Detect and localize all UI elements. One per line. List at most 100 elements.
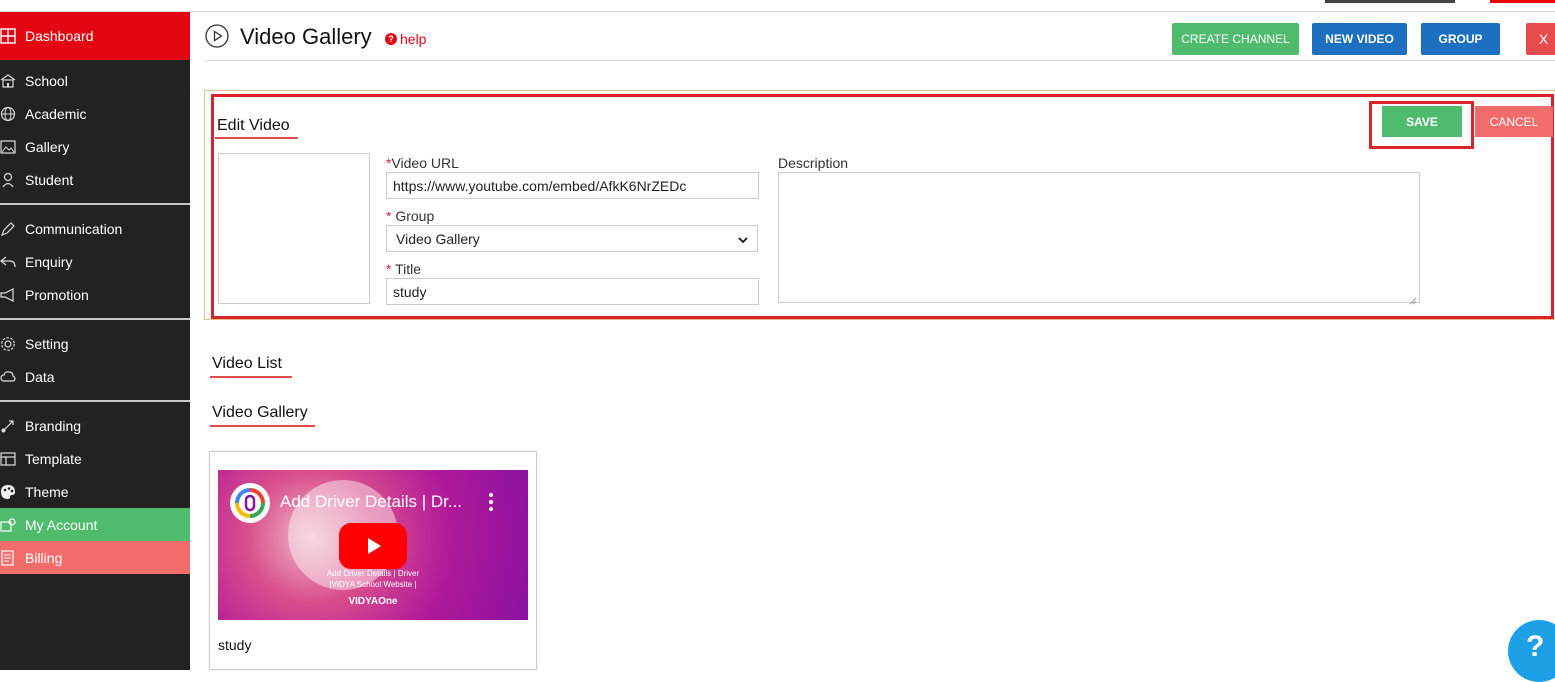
chevron-down-icon — [738, 231, 748, 247]
youtube-play-button[interactable] — [339, 523, 407, 569]
description-label: Description — [778, 155, 849, 171]
video-embed-title[interactable]: Add Driver Details | Dr... — [280, 492, 462, 512]
video-thumbnail-preview — [218, 153, 370, 304]
palette-icon — [0, 484, 25, 500]
sidebar-item-label: Data — [25, 368, 55, 385]
layout-icon — [0, 451, 25, 467]
megaphone-icon — [0, 287, 25, 303]
save-button[interactable]: SAVE — [1382, 106, 1462, 137]
sidebar-divider — [0, 203, 190, 205]
sidebar: Dashboard School Academic Gallery Studen… — [0, 12, 190, 670]
video-url-label-text: Video URL — [391, 155, 459, 171]
account-icon — [0, 517, 25, 533]
sidebar-item-school[interactable]: School — [0, 64, 190, 97]
student-icon — [0, 172, 25, 188]
brush-icon — [0, 418, 25, 434]
sidebar-item-gallery[interactable]: Gallery — [0, 130, 190, 163]
description-textarea[interactable] — [778, 172, 1420, 305]
video-card[interactable]: Add Driver Details | Dr... Add Driver De… — [209, 451, 537, 670]
title-label-text: Title — [395, 261, 422, 277]
video-url-label: *Video URL — [386, 155, 459, 171]
sidebar-item-billing[interactable]: Billing — [0, 541, 190, 574]
title-underline — [215, 137, 298, 139]
sidebar-item-label: Enquiry — [25, 253, 73, 270]
sidebar-divider — [0, 318, 190, 320]
group-select-value: Video Gallery — [396, 230, 480, 247]
video-gallery-section-title: Video Gallery — [212, 404, 308, 421]
grid-icon — [0, 28, 25, 44]
sidebar-item-template[interactable]: Template — [0, 442, 190, 475]
sidebar-item-label: My Account — [25, 516, 98, 533]
sidebar-item-dashboard[interactable]: Dashboard — [0, 12, 190, 60]
required-mark: * — [386, 261, 392, 277]
sidebar-item-label: Promotion — [25, 286, 89, 303]
video-brand-text: VIDYAOne — [348, 596, 398, 607]
required-mark: * — [386, 208, 392, 224]
title-label: * Title — [386, 261, 421, 277]
page-title: Video Gallery — [240, 24, 372, 49]
sidebar-item-label: Theme — [25, 483, 69, 500]
sidebar-item-academic[interactable]: Academic — [0, 97, 190, 130]
group-select[interactable]: Video Gallery — [386, 225, 758, 252]
question-circle-icon: ? — [385, 33, 397, 45]
sidebar-item-label: Academic — [25, 105, 87, 122]
sidebar-item-my-account[interactable]: My Account — [0, 508, 190, 541]
video-caption-line-2: |VIDYA School Website | — [329, 580, 417, 589]
top-strip-dark-tab — [1325, 0, 1455, 3]
sidebar-item-data[interactable]: Data — [0, 360, 190, 393]
video-embed-player[interactable]: Add Driver Details | Dr... Add Driver De… — [218, 470, 528, 620]
video-list-title: Video List — [212, 355, 282, 372]
create-channel-button[interactable]: CREATE CHANNEL — [1172, 23, 1299, 55]
sidebar-item-label: School — [25, 72, 68, 89]
school-icon — [0, 73, 25, 89]
sidebar-item-label: Gallery — [25, 138, 70, 155]
video-list-underline — [210, 376, 292, 378]
sidebar-item-communication[interactable]: Communication — [0, 212, 190, 245]
main-content: Video Gallery ? help CREATE CHANNEL NEW … — [190, 12, 1555, 682]
browser-top-strip — [0, 0, 1555, 12]
sidebar-item-label: Template — [25, 450, 82, 467]
sidebar-item-label: Communication — [25, 220, 123, 237]
group-label: * Group — [386, 208, 434, 224]
more-options-icon[interactable] — [488, 492, 494, 512]
video-url-input[interactable]: https://www.youtube.com/embed/AfkK6NrZED… — [386, 172, 759, 199]
image-icon — [0, 139, 25, 155]
sidebar-item-setting[interactable]: Setting — [0, 327, 190, 360]
cloud-icon — [0, 369, 25, 385]
play-circle-icon — [205, 24, 229, 48]
video-gallery-underline — [210, 425, 315, 427]
resize-handle-icon[interactable] — [1409, 292, 1417, 305]
globe-icon — [0, 106, 25, 122]
pen-icon — [0, 221, 25, 237]
video-caption-line-1: Add Driver Details | Driver — [326, 569, 420, 578]
reply-icon — [0, 254, 25, 270]
sidebar-item-enquiry[interactable]: Enquiry — [0, 245, 190, 278]
sidebar-item-label: Student — [25, 171, 74, 188]
video-card-title: study — [218, 637, 252, 653]
sidebar-item-label: Setting — [25, 335, 69, 352]
sidebar-item-theme[interactable]: Theme — [0, 475, 190, 508]
sidebar-item-student[interactable]: Student — [0, 163, 190, 196]
play-icon — [368, 538, 381, 554]
sidebar-item-label: Branding — [25, 417, 82, 434]
top-strip-red-tab — [1490, 0, 1555, 3]
help-label: help — [400, 31, 427, 47]
channel-logo-icon[interactable] — [230, 483, 270, 523]
group-button[interactable]: GROUP — [1421, 23, 1500, 55]
sidebar-item-branding[interactable]: Branding — [0, 409, 190, 442]
page-header: Video Gallery ? help CREATE CHANNEL NEW … — [204, 12, 1555, 61]
help-link[interactable]: ? help — [385, 31, 426, 47]
billing-icon — [0, 549, 25, 566]
edit-video-title: Edit Video — [217, 117, 290, 134]
help-fab-button[interactable]: ? — [1508, 620, 1555, 682]
sidebar-item-label: Dashboard — [25, 28, 94, 44]
close-button[interactable]: X — [1526, 23, 1555, 55]
sidebar-item-label: Billing — [25, 549, 63, 566]
group-label-text: Group — [395, 208, 435, 224]
cancel-button[interactable]: CANCEL — [1475, 106, 1553, 137]
new-video-button[interactable]: NEW VIDEO — [1312, 23, 1407, 55]
gear-icon — [0, 336, 25, 352]
title-input[interactable]: study — [386, 278, 759, 305]
sidebar-divider — [0, 400, 190, 402]
sidebar-item-promotion[interactable]: Promotion — [0, 278, 190, 311]
